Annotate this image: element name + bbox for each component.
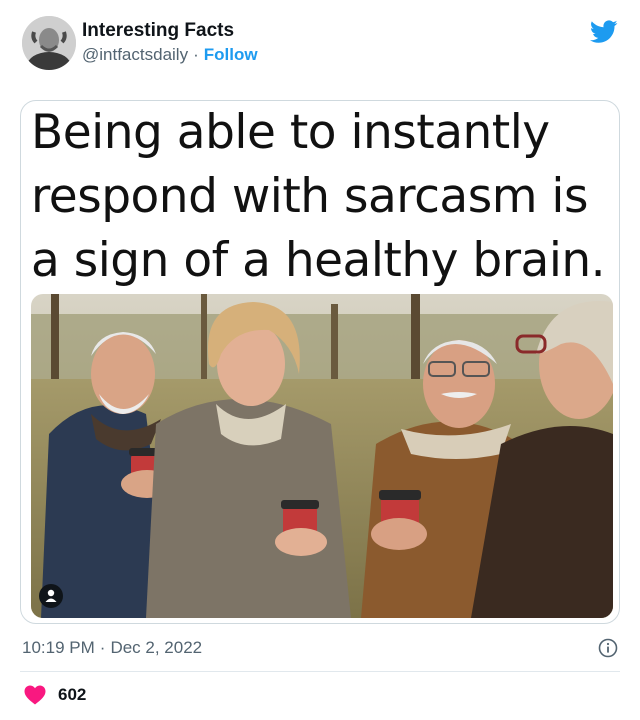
alt-text-badge[interactable] <box>39 584 63 608</box>
tweet-card: Interesting Facts @intfactsdaily · Follow … <box>0 0 640 720</box>
like-count[interactable]: 602 <box>58 685 86 705</box>
heart-icon[interactable] <box>24 685 46 705</box>
photo-illustration <box>31 294 613 618</box>
author-avatar[interactable] <box>22 16 76 70</box>
handle-row: @intfactsdaily · Follow <box>82 45 258 65</box>
likes-row: 602 <box>24 684 86 706</box>
author-handle[interactable]: @intfactsdaily <box>82 45 188 64</box>
author-name[interactable]: Interesting Facts <box>82 20 234 42</box>
headline-line: Being able to instantly <box>31 105 550 160</box>
media-card[interactable]: Being able to instantly respond with sar… <box>20 100 620 624</box>
follow-button[interactable]: Follow <box>204 45 258 64</box>
tweet-time: 10:19 PM <box>22 638 95 657</box>
headline-line: a sign of a healthy brain. <box>31 233 606 288</box>
tweet-date: Dec 2, 2022 <box>110 638 203 657</box>
twitter-bird-icon[interactable] <box>590 20 618 44</box>
headline-line: respond with sarcasm is <box>31 169 588 224</box>
info-icon[interactable] <box>598 638 618 658</box>
tweet-photo[interactable] <box>31 294 613 618</box>
headline-text: Being able to instantly respond with sar… <box>31 101 616 293</box>
separator-dot: · <box>193 45 199 64</box>
separator-dot: · <box>99 638 106 657</box>
person-icon <box>45 589 57 602</box>
tweet-timestamp[interactable]: 10:19 PM · Dec 2, 2022 <box>22 638 202 658</box>
footer-divider <box>20 671 620 672</box>
